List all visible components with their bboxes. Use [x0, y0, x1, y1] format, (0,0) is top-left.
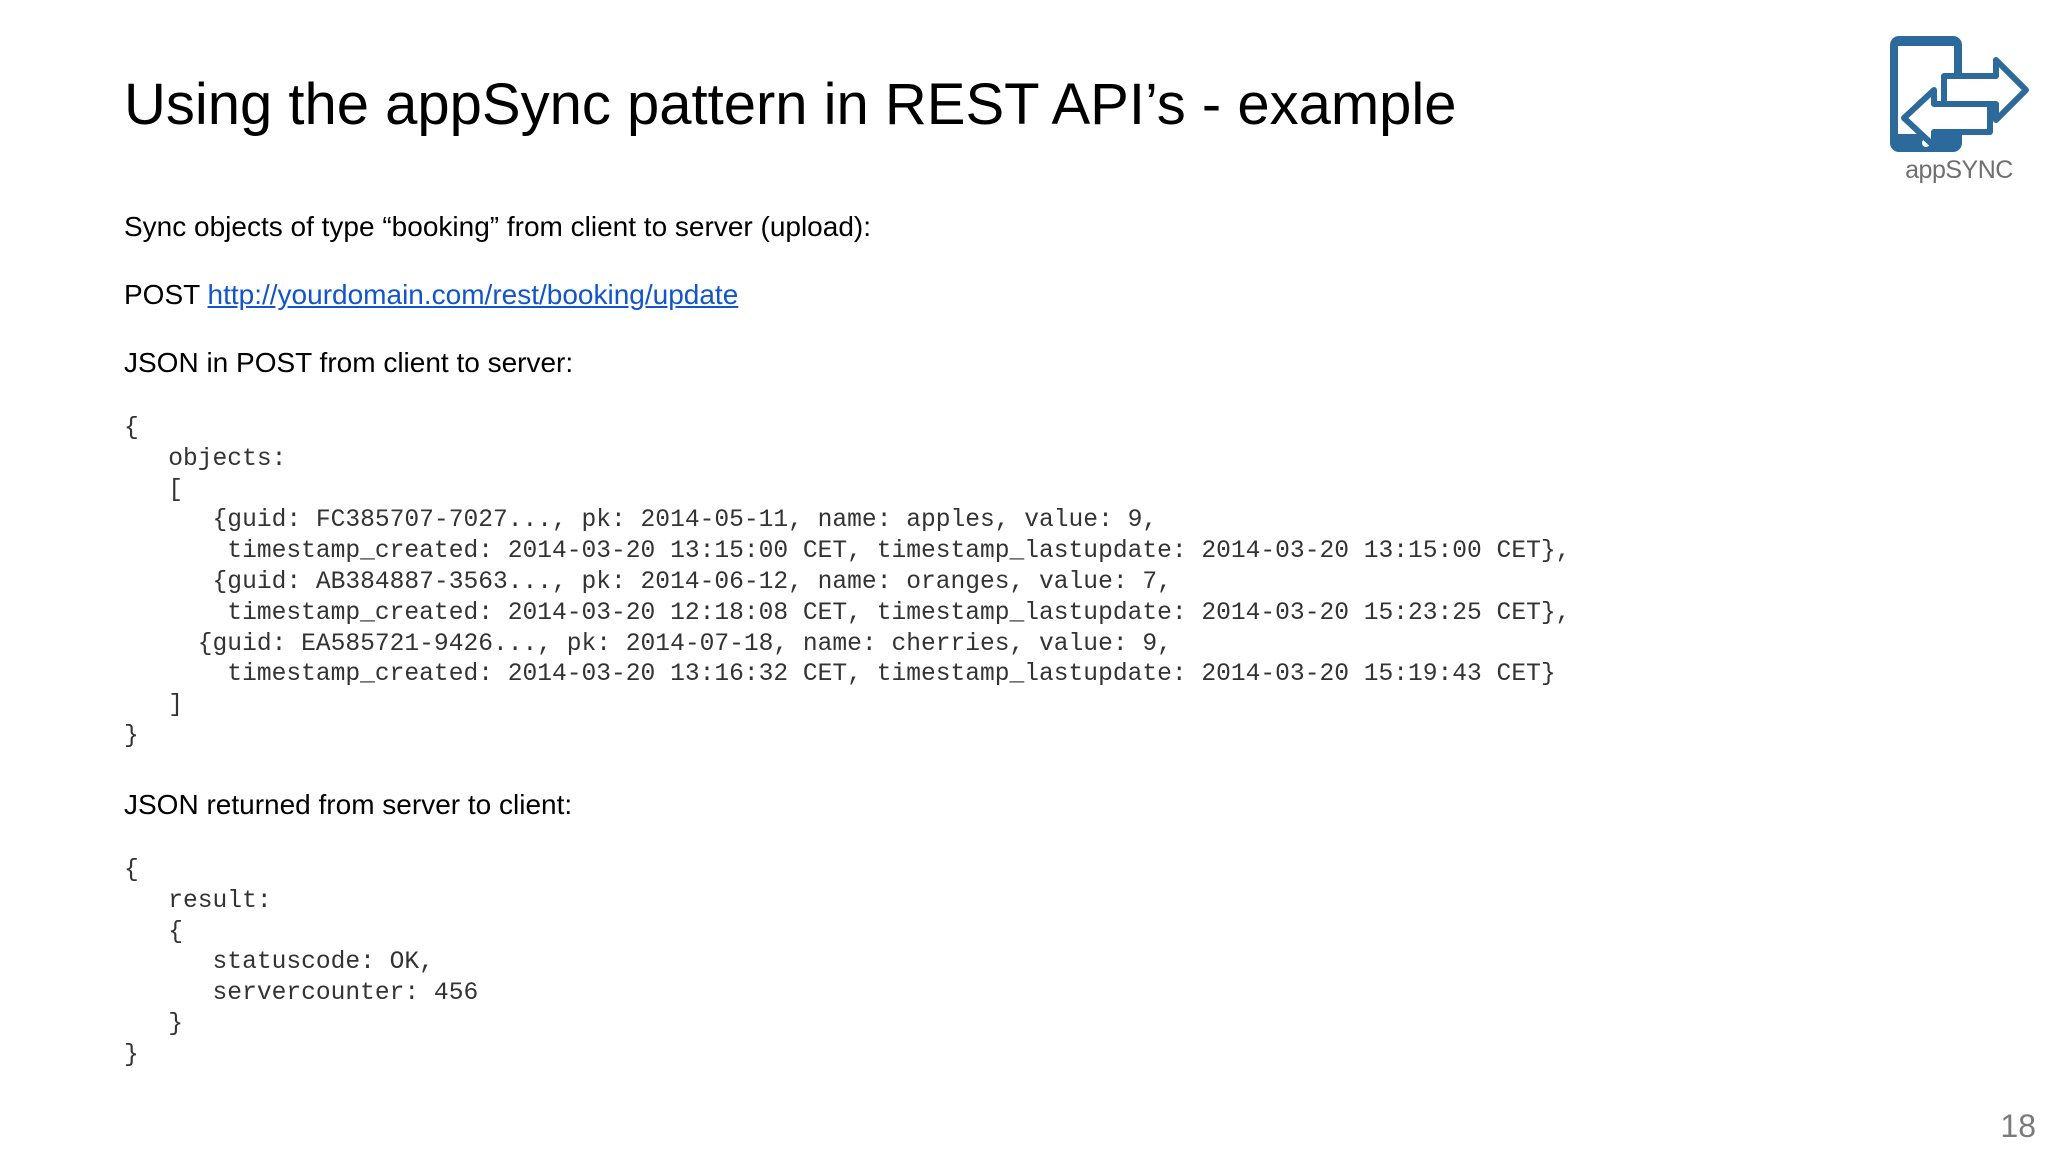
slide-title: Using the appSync pattern in REST API’s …	[124, 72, 1457, 137]
post-method: POST	[124, 279, 200, 310]
logo-text: appSYNC	[1905, 156, 2013, 184]
code-line: }	[124, 1041, 139, 1069]
code-line: ]	[124, 692, 184, 720]
code-line: }	[124, 1010, 184, 1038]
code-line: {	[124, 918, 184, 946]
intro-text: Sync objects of type “booking” from clie…	[124, 211, 872, 242]
response-heading: JSON returned from server to client:	[124, 789, 573, 820]
code-line: servercounter: 456	[124, 980, 479, 1008]
code-line: timestamp_created: 2014-03-20 13:15:00 C…	[124, 538, 1571, 566]
code-line: objects:	[124, 445, 287, 473]
code-line: {guid: FC385707-7027..., pk: 2014-05-11,…	[124, 507, 1158, 535]
code-line: [	[124, 476, 184, 504]
response-json-code: { result: { statuscode: OK, servercounte…	[124, 856, 478, 1072]
code-line: {	[124, 857, 139, 884]
page-number: 18	[2000, 1108, 2036, 1144]
code-line: statuscode: OK,	[124, 949, 434, 977]
code-line: result:	[124, 887, 272, 915]
code-line: }	[124, 722, 139, 750]
post-url-link[interactable]: http://yourdomain.com/rest/booking/updat…	[208, 279, 739, 310]
code-line: timestamp_created: 2014-03-20 12:18:08 C…	[124, 599, 1571, 627]
code-line: {guid: AB384887-3563..., pk: 2014-06-12,…	[124, 568, 1172, 596]
request-heading: JSON in POST from client to server:	[124, 347, 574, 378]
post-line: POST http://yourdomain.com/rest/booking/…	[124, 278, 738, 312]
code-line: timestamp_created: 2014-03-20 13:16:32 C…	[124, 661, 1556, 689]
slide: Using the appSync pattern in REST API’s …	[0, 0, 2048, 1152]
code-line: {	[124, 415, 139, 442]
request-json-code: { objects: [ {guid: FC385707-7027..., pk…	[124, 414, 1570, 753]
code-line: {guid: EA585721-9426..., pk: 2014-07-18,…	[124, 630, 1172, 658]
